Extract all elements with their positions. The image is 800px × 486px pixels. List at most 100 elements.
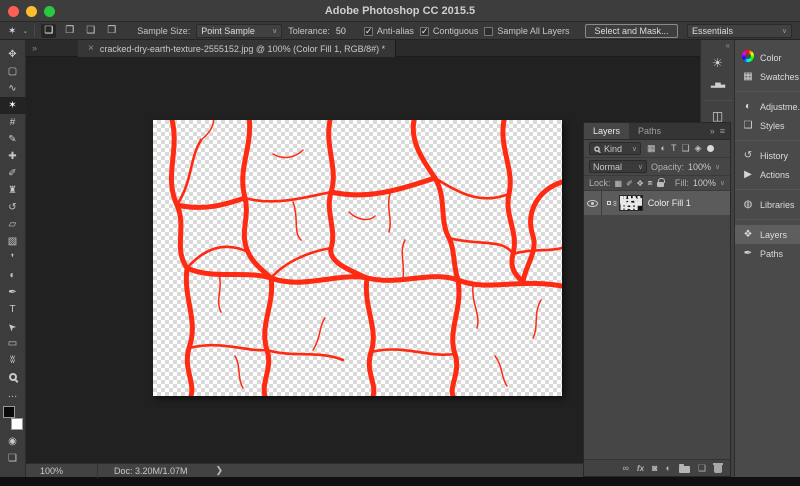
- spot-healing-brush-tool[interactable]: ✚: [0, 148, 26, 165]
- crop-tool[interactable]: #: [0, 114, 26, 131]
- add-layer-mask-icon[interactable]: ◙: [652, 463, 657, 473]
- histogram-icon[interactable]: ▂▅▃: [711, 74, 724, 96]
- status-chevron-icon[interactable]: ❯: [188, 465, 224, 476]
- new-adjustment-layer-icon[interactable]: ◐: [665, 463, 670, 473]
- rectangular-marquee-tool[interactable]: ▢: [0, 63, 26, 80]
- dock-item-history[interactable]: ↺ History: [735, 146, 800, 165]
- dock-item-label: Color: [760, 53, 782, 63]
- lock-transparency-icon[interactable]: ▦: [615, 179, 623, 188]
- filter-pixel-layers-icon[interactable]: ▦: [647, 143, 656, 154]
- canvas[interactable]: [153, 120, 562, 396]
- quick-mask-button[interactable]: ◉: [0, 433, 26, 450]
- layer-row-color-fill-1[interactable]: ∞ Color Fill 1: [584, 191, 730, 215]
- lock-artboard-icon[interactable]: ⧈: [647, 178, 652, 188]
- clone-stamp-tool[interactable]: ♜: [0, 182, 26, 199]
- divider: [735, 189, 800, 190]
- dodge-tool[interactable]: ◐: [0, 267, 26, 284]
- fill-value[interactable]: 100%: [693, 178, 716, 188]
- lasso-tool[interactable]: ∿: [0, 80, 26, 97]
- dock-item-color[interactable]: Color: [735, 48, 800, 67]
- brush-tool[interactable]: ✐: [0, 165, 26, 182]
- expand-panels-icon[interactable]: «: [726, 40, 734, 52]
- document-tab[interactable]: × cracked-dry-earth-texture-2555152.jpg …: [78, 40, 396, 57]
- filter-smart-objects-icon[interactable]: ◈: [695, 143, 702, 154]
- opacity-value[interactable]: 100%: [688, 162, 711, 172]
- rectangle-tool[interactable]: ▭: [0, 335, 26, 352]
- intersect-selection-button[interactable]: ❒: [104, 24, 119, 38]
- filter-adjustment-layers-icon[interactable]: ◐: [661, 143, 666, 154]
- actions-play-icon: ▶: [741, 169, 755, 180]
- sample-all-layers-checkbox[interactable]: Sample All Layers: [484, 26, 569, 36]
- arrow-icon: ➤: [4, 318, 22, 336]
- new-group-icon[interactable]: [679, 466, 690, 473]
- checkbox-box: [484, 27, 493, 36]
- dock-item-adjustments[interactable]: ◐ Adjustme...: [735, 97, 800, 116]
- search-icon: [594, 146, 600, 152]
- dock-item-libraries[interactable]: ◍ Libraries: [735, 195, 800, 214]
- foreground-background-swatches[interactable]: [0, 405, 26, 431]
- toolbar-overflow-icon[interactable]: »: [32, 43, 37, 53]
- background-color-swatch[interactable]: [11, 418, 23, 430]
- tolerance-input[interactable]: 50: [336, 26, 346, 36]
- new-layer-icon[interactable]: ❏: [698, 463, 706, 474]
- new-selection-button[interactable]: ❏: [41, 24, 56, 38]
- subtract-from-selection-button[interactable]: ❑: [83, 24, 98, 38]
- lock-position-icon[interactable]: ✥: [637, 179, 644, 188]
- add-to-selection-button[interactable]: ❐: [62, 24, 77, 38]
- layer-styles-icon[interactable]: fx: [637, 464, 644, 473]
- layer-name[interactable]: Color Fill 1: [648, 198, 691, 208]
- dock-item-actions[interactable]: ▶ Actions: [735, 165, 800, 184]
- close-tab-icon[interactable]: ×: [88, 43, 94, 54]
- kind-filter-dropdown[interactable]: Kind ∨: [589, 142, 641, 155]
- kind-label: Kind: [604, 144, 622, 154]
- filter-type-layers-icon[interactable]: T: [671, 143, 677, 154]
- edit-toolbar-button[interactable]: …: [0, 386, 26, 403]
- cracked-texture-image: [153, 120, 562, 396]
- dock-item-label: Actions: [760, 170, 790, 180]
- chevron-down-icon[interactable]: ∨: [715, 163, 720, 171]
- filter-toggle[interactable]: [707, 145, 714, 152]
- blend-mode-dropdown[interactable]: Normal ∨: [589, 160, 647, 173]
- sample-size-dropdown[interactable]: Point Sample ∨: [196, 24, 282, 38]
- type-tool[interactable]: T: [0, 301, 26, 318]
- workspace-value: Essentials: [692, 26, 733, 36]
- eyedropper-tool[interactable]: ✎: [0, 131, 26, 148]
- foreground-color-swatch[interactable]: [3, 406, 15, 418]
- blur-tool[interactable]: ❜: [0, 250, 26, 267]
- magic-wand-tool[interactable]: ✶: [0, 97, 26, 114]
- path-selection-tool[interactable]: ➤: [0, 318, 26, 335]
- dock-item-styles[interactable]: ❑ Styles: [735, 116, 800, 135]
- lock-image-icon[interactable]: ✐: [626, 179, 633, 188]
- magic-wand-preset-icon[interactable]: ✶: [8, 26, 16, 37]
- panel-menu-icon[interactable]: ≡: [720, 126, 725, 136]
- history-brush-tool[interactable]: ↺: [0, 199, 26, 216]
- screen-mode-button[interactable]: ❏: [0, 450, 26, 467]
- zoom-level-field[interactable]: 100%: [26, 464, 98, 478]
- workspace-dropdown[interactable]: Essentials ∨: [687, 24, 792, 38]
- move-tool[interactable]: ✥: [0, 46, 26, 63]
- filter-shape-layers-icon[interactable]: ❑: [681, 143, 689, 154]
- pen-tool[interactable]: ✒: [0, 284, 26, 301]
- link-layers-icon[interactable]: ∞: [623, 463, 629, 473]
- delete-layer-icon[interactable]: [714, 465, 722, 473]
- dock-item-label: History: [760, 151, 788, 161]
- anti-alias-checkbox[interactable]: Anti-alias: [364, 26, 414, 36]
- chevron-down-icon[interactable]: ∨: [720, 179, 725, 187]
- zoom-tool[interactable]: [0, 369, 26, 386]
- tab-layers[interactable]: Layers: [584, 123, 629, 139]
- lock-all-icon[interactable]: [657, 182, 664, 187]
- dock-item-paths[interactable]: ✒ Paths: [735, 244, 800, 263]
- sun-icon[interactable]: ☀: [712, 52, 723, 74]
- layer-mask-thumbnail[interactable]: [619, 195, 643, 211]
- eraser-tool[interactable]: ▱: [0, 216, 26, 233]
- gradient-tool[interactable]: ▧: [0, 233, 26, 250]
- mask-link-icon[interactable]: ∞: [610, 200, 619, 206]
- panel-collapse-icon[interactable]: »: [710, 126, 715, 136]
- layer-visibility-toggle[interactable]: [584, 191, 602, 215]
- tab-paths[interactable]: Paths: [629, 123, 670, 139]
- dock-item-swatches[interactable]: ▦ Swatches: [735, 67, 800, 86]
- contiguous-checkbox[interactable]: Contiguous: [420, 26, 479, 36]
- select-and-mask-button[interactable]: Select and Mask...: [585, 24, 677, 38]
- dock-item-layers[interactable]: ❖ Layers: [735, 225, 800, 244]
- hand-tool[interactable]: ʬ: [0, 352, 26, 369]
